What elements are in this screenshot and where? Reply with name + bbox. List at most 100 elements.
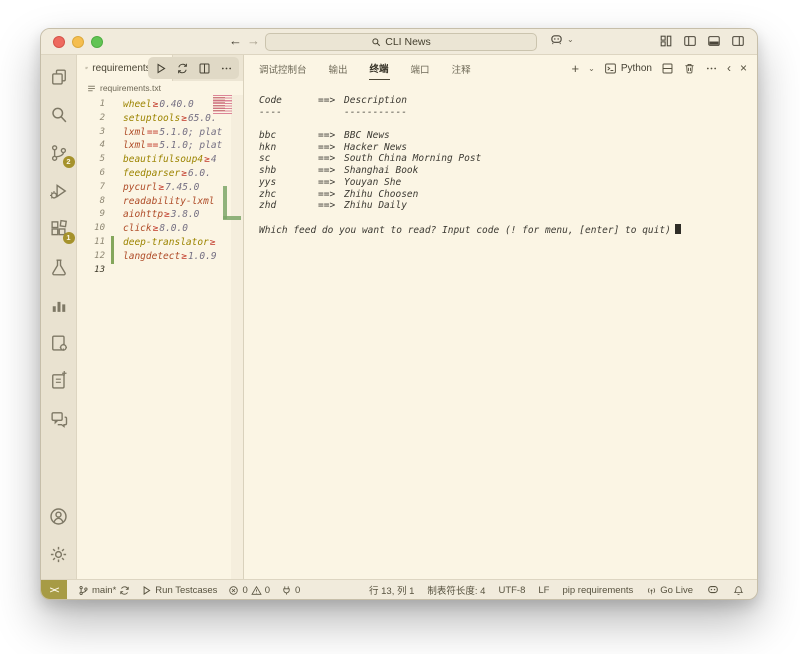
code-line[interactable]: 10click≥8.0.0 bbox=[77, 222, 243, 236]
language-mode-item[interactable]: pip requirements bbox=[562, 585, 633, 596]
minimap[interactable] bbox=[213, 95, 232, 114]
source-control-icon[interactable]: 2 bbox=[46, 140, 72, 166]
code-token: 7.45.0 bbox=[165, 182, 199, 193]
editor-tab-bar: requirements.txt bbox=[77, 55, 243, 81]
rerun-loop-icon[interactable] bbox=[176, 62, 189, 75]
editor-group: requirements.txt requirements.txt 1wheel… bbox=[77, 55, 244, 579]
remote-indicator[interactable]: >< bbox=[41, 580, 67, 600]
code-token: ; plat bbox=[188, 140, 222, 151]
terminal-arrow: ==> bbox=[318, 189, 344, 201]
panel-tab-comments[interactable]: 注释 bbox=[451, 57, 472, 80]
code-line[interactable]: 13 bbox=[77, 264, 243, 278]
warnings-count: 0 bbox=[265, 585, 270, 596]
code-text: readability-lxml bbox=[123, 195, 235, 209]
panel-tab-debug-console[interactable]: 调试控制台 bbox=[258, 57, 308, 80]
breadcrumb[interactable]: requirements.txt bbox=[77, 81, 243, 95]
ports-item[interactable]: 0 bbox=[281, 585, 300, 596]
code-line[interactable]: 6feedparser≥6.0. bbox=[77, 167, 243, 181]
split-editor-icon[interactable] bbox=[198, 62, 211, 75]
terminal-line: hkn==>Hacker News bbox=[259, 142, 757, 154]
code-token: 6.0. bbox=[188, 168, 211, 179]
code-line[interactable]: 11deep-translator≥ bbox=[77, 236, 243, 250]
broadcast-icon bbox=[646, 585, 657, 596]
code-line[interactable]: 12langdetect≥1.0.9 bbox=[77, 250, 243, 264]
split-terminal-icon[interactable] bbox=[661, 62, 674, 75]
history-forward-button[interactable]: → bbox=[247, 33, 260, 48]
comments-icon[interactable] bbox=[46, 406, 72, 432]
code-line[interactable]: 5beautifulsoup4≥4 bbox=[77, 153, 243, 167]
notifications-item[interactable] bbox=[733, 585, 744, 596]
panel-tab-ports[interactable]: 端口 bbox=[410, 57, 431, 80]
minimize-window-button[interactable] bbox=[72, 36, 84, 48]
extensions-icon[interactable]: 1 bbox=[46, 216, 72, 242]
terminal-instance-item[interactable]: Python bbox=[604, 62, 652, 75]
code-text: lxml==5.1.0; plat bbox=[123, 126, 235, 140]
code-token: 3.8.0 bbox=[171, 209, 200, 220]
terminal-cursor bbox=[675, 224, 682, 234]
git-branch-item[interactable]: main* bbox=[78, 585, 130, 596]
terminal-feed-code: shb bbox=[259, 165, 318, 177]
zoom-window-button[interactable] bbox=[91, 36, 103, 48]
kill-terminal-trash-icon[interactable] bbox=[683, 62, 696, 75]
close-window-button[interactable] bbox=[53, 36, 65, 48]
run-file-icon[interactable] bbox=[154, 62, 167, 75]
cursor-position-item[interactable]: 行 13, 列 1 bbox=[369, 583, 414, 597]
terminal-dropdown-chevron-icon[interactable]: ⌄ bbox=[588, 64, 595, 73]
chart-panel-icon[interactable] bbox=[46, 292, 72, 318]
code-line[interactable]: 4lxml==5.1.0; plat bbox=[77, 139, 243, 153]
problems-item[interactable]: 0 0 bbox=[228, 585, 270, 596]
code-editor[interactable]: 1wheel≥0.40.02setuptools≥65.0.3lxml==5.1… bbox=[77, 95, 243, 579]
panel-chevron-icon[interactable]: ‹ bbox=[727, 61, 731, 75]
customize-layout-icon[interactable] bbox=[659, 34, 673, 48]
code-line[interactable]: 9aiohttp≥3.8.0 bbox=[77, 208, 243, 222]
settings-gear-icon[interactable] bbox=[46, 541, 72, 567]
vscode-window: ← → CLI News ⌄ 2 bbox=[40, 28, 758, 600]
command-center-search[interactable]: CLI News bbox=[265, 33, 537, 51]
line-number: 13 bbox=[77, 264, 105, 278]
minimap-change-marker bbox=[223, 186, 227, 219]
git-change-bar bbox=[111, 236, 114, 250]
file-settings-icon[interactable] bbox=[46, 330, 72, 356]
language-mode-label: pip requirements bbox=[562, 585, 633, 596]
run-testcases-item[interactable]: Run Testcases bbox=[141, 585, 217, 596]
history-back-button[interactable]: ← bbox=[229, 33, 242, 48]
panel-tab-terminal[interactable]: 终端 bbox=[369, 56, 390, 80]
file-add-icon[interactable] bbox=[46, 368, 72, 394]
code-line[interactable]: 7pycurl≥7.45.0 bbox=[77, 181, 243, 195]
code-line[interactable]: 8readability-lxml bbox=[77, 195, 243, 209]
encoding-item[interactable]: UTF-8 bbox=[498, 585, 525, 596]
explorer-icon[interactable] bbox=[46, 64, 72, 90]
terminal-arrow: ==> bbox=[318, 130, 344, 142]
panel-tab-output[interactable]: 输出 bbox=[328, 57, 349, 80]
code-token: ≥ bbox=[180, 113, 188, 124]
code-token: 5.1.0 bbox=[159, 140, 188, 151]
close-panel-icon[interactable]: × bbox=[740, 61, 747, 75]
terminal-line bbox=[259, 212, 757, 224]
testing-icon[interactable] bbox=[46, 254, 72, 280]
search-sidebar-icon[interactable] bbox=[46, 102, 72, 128]
code-line[interactable]: 3lxml==5.1.0; plat bbox=[77, 126, 243, 140]
activity-bar: 2 1 bbox=[41, 55, 77, 579]
line-number: 5 bbox=[77, 153, 105, 167]
terminal-feed-description: South China Morning Post bbox=[344, 153, 481, 164]
play-icon bbox=[141, 585, 152, 596]
toggle-sidebar-left-icon[interactable] bbox=[683, 34, 697, 48]
toggle-panel-icon[interactable] bbox=[707, 34, 721, 48]
terminal-line: Code==>Description bbox=[259, 95, 757, 107]
more-actions-icon[interactable] bbox=[220, 62, 233, 75]
editor-scrollbar[interactable] bbox=[231, 95, 243, 579]
code-text: langdetect≥1.0.9 bbox=[123, 250, 235, 264]
terminal-feed-description: Youyan She bbox=[344, 177, 401, 188]
terminal-output[interactable]: Code==>Description---------------bbc==>B… bbox=[244, 81, 757, 579]
panel-more-actions-icon[interactable] bbox=[705, 62, 718, 75]
terminal-prompt-text: Which feed do you want to read? Input co… bbox=[259, 225, 671, 236]
copilot-status-item[interactable] bbox=[706, 584, 720, 596]
new-terminal-icon[interactable]: + bbox=[572, 61, 580, 76]
tab-size-item[interactable]: 制表符长度: 4 bbox=[427, 583, 485, 597]
go-live-item[interactable]: Go Live bbox=[646, 585, 693, 596]
eol-item[interactable]: LF bbox=[538, 585, 549, 596]
account-icon[interactable] bbox=[46, 503, 72, 529]
run-debug-icon[interactable] bbox=[46, 178, 72, 204]
toggle-sidebar-right-icon[interactable] bbox=[731, 34, 745, 48]
copilot-menu-button[interactable]: ⌄ bbox=[549, 33, 574, 46]
